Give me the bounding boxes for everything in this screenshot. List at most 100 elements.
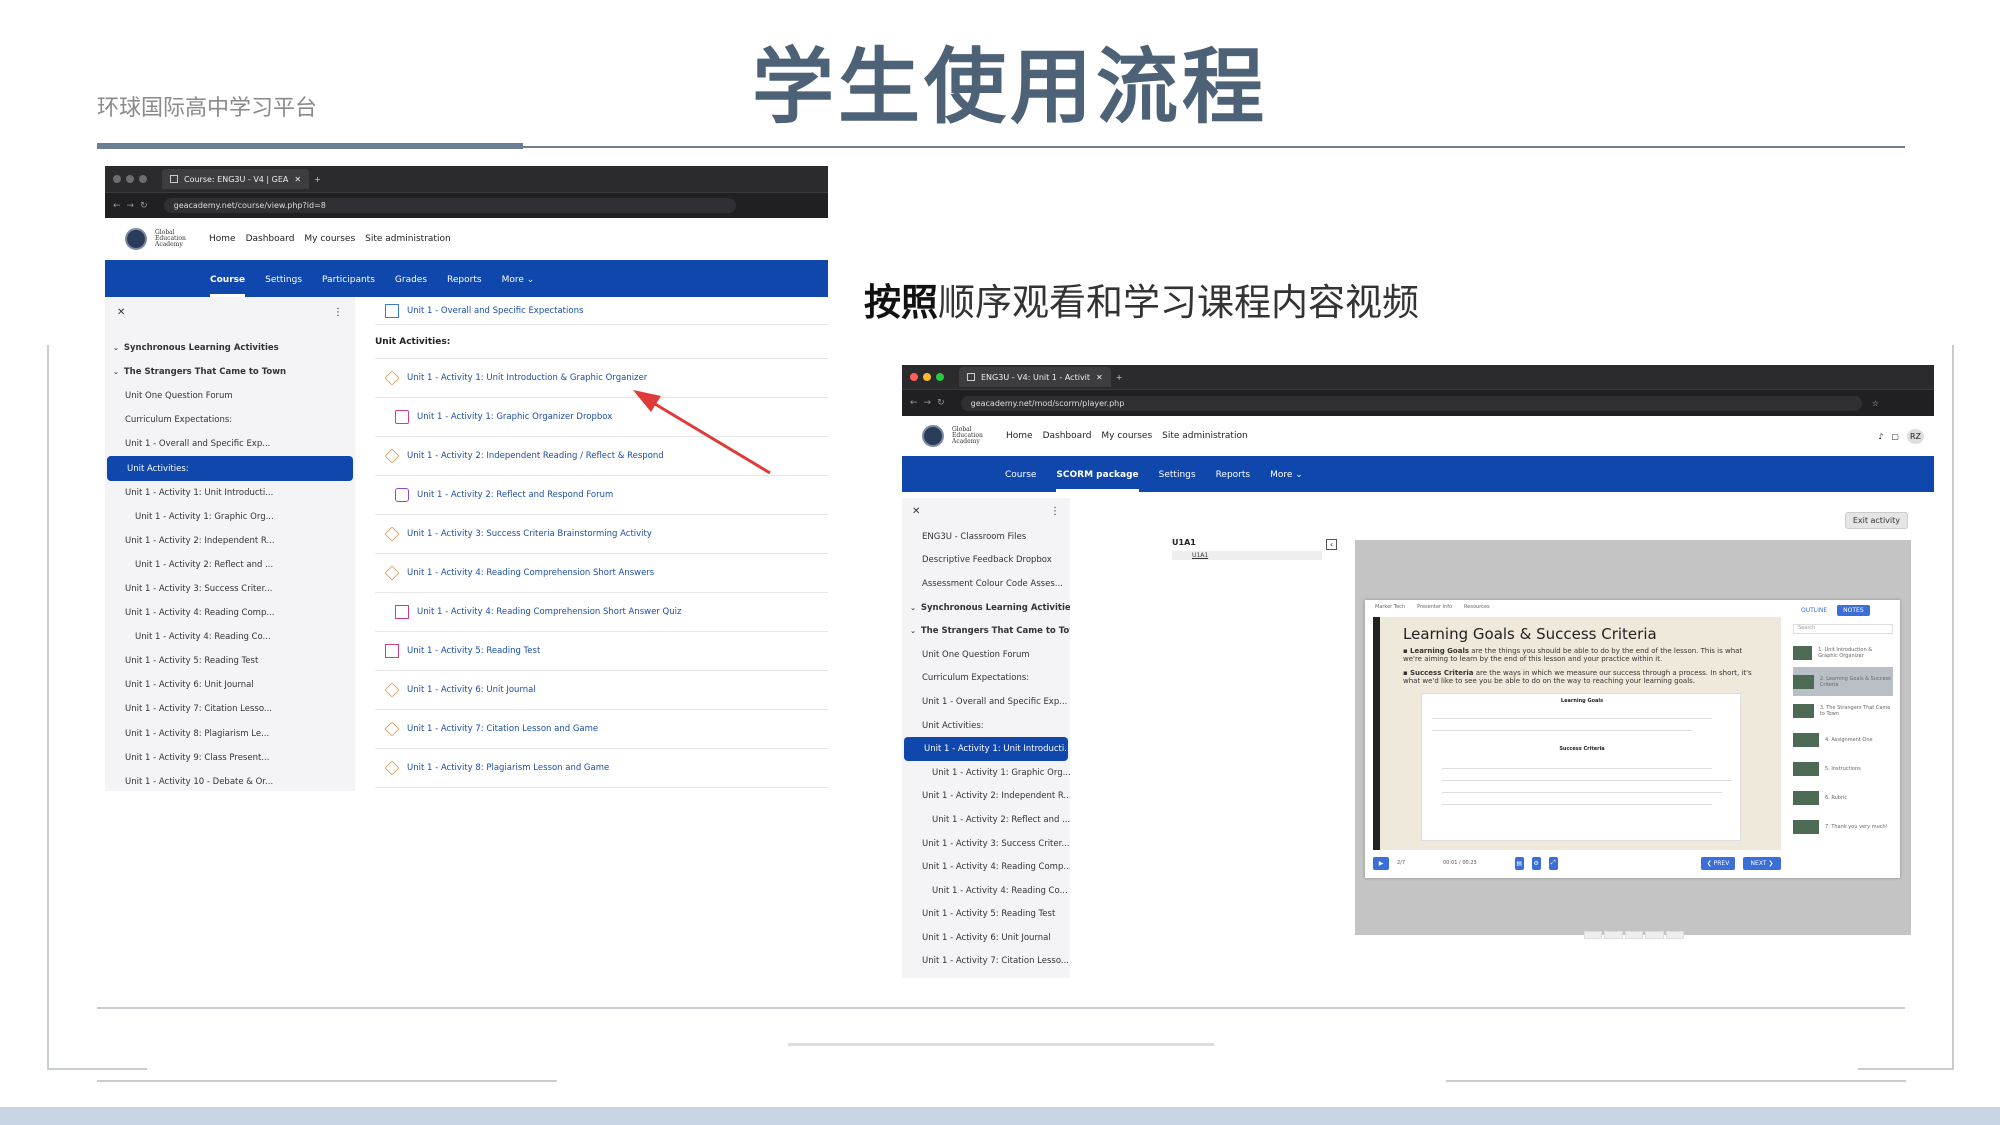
academy-logo-icon[interactable] — [922, 425, 944, 447]
slide-canvas: Learning Goals & Success Criteria ▪ Lear… — [1373, 617, 1781, 850]
course-tab[interactable]: SCORM package — [1056, 470, 1139, 492]
chevron-down-icon[interactable]: ⌄ — [910, 627, 916, 635]
last-icon[interactable] — [1665, 931, 1685, 939]
course-tab[interactable]: Settings — [1159, 470, 1196, 492]
up-icon[interactable] — [1624, 931, 1644, 939]
sidebar-item[interactable]: Unit 1 - Activity 4: Reading Co... — [902, 879, 1070, 903]
fullscreen-icon[interactable]: ⤢ — [1548, 856, 1558, 870]
captions-icon[interactable]: ▤ — [1514, 856, 1524, 870]
browser-tab[interactable]: ENG3U - V4: Unit 1 - Activit ✕ — [959, 367, 1111, 387]
outline-tab[interactable]: OUTLINE — [1795, 605, 1834, 616]
close-icon[interactable]: ✕ — [912, 506, 920, 517]
next-button[interactable]: NEXT ❯ — [1743, 856, 1781, 870]
notes-tab[interactable]: NOTES — [1837, 605, 1870, 616]
platform-subtitle: 环球国际高中学习平台 — [97, 96, 318, 121]
bell-icon[interactable]: ♪ — [1878, 432, 1883, 441]
player-tab[interactable]: Marker Tech — [1375, 604, 1405, 610]
sidebar-item[interactable]: Curriculum Expectations: — [902, 667, 1070, 691]
bookmark-star-icon[interactable]: ☆ — [1872, 399, 1879, 408]
slide-thumbnail — [1793, 645, 1813, 660]
sidebar-item[interactable]: Unit 1 - Activity 1: Unit Introducti... — [904, 737, 1068, 761]
first-icon[interactable] — [1584, 931, 1603, 939]
top-nav-link[interactable]: Site administration — [1162, 431, 1248, 441]
sidebar-item[interactable]: Unit 1 - Activity 3: Success Criter... — [902, 832, 1070, 856]
browser-chrome: ENG3U - V4: Unit 1 - Activit ✕ + ←→↻ geac… — [902, 365, 1934, 416]
outline-search-input[interactable]: Search — [1793, 624, 1893, 634]
slide-thumbnail — [1793, 674, 1814, 689]
slide-thumbnail — [1793, 819, 1819, 834]
sidebar-item[interactable]: Unit 1 - Activity 6: Unit Journal — [902, 926, 1070, 950]
scorm-toc: U1A1 U1A1 — [1172, 538, 1322, 560]
play-icon[interactable]: ▶ — [1373, 856, 1389, 870]
close-icon[interactable]: ✕ — [1096, 373, 1103, 382]
player-tab[interactable]: Resources — [1464, 604, 1490, 610]
chat-icon[interactable]: ▢ — [1891, 432, 1899, 441]
player-tab[interactable]: Presenter Info — [1417, 604, 1452, 610]
url-bar[interactable]: geacademy.net/mod/scorm/player.php — [960, 395, 1862, 411]
top-nav-link[interactable]: Home — [1006, 431, 1033, 441]
sidebar-item[interactable]: Unit 1 - Activity 7: Citation Lesso... — [902, 950, 1070, 974]
course-tab[interactable]: Reports — [1216, 470, 1251, 492]
sidebar-item-label: Unit 1 - Activity 2: Reflect and ... — [932, 814, 1070, 825]
sidebar-item[interactable]: Unit 1 - Activity 2: Reflect and ... — [902, 808, 1070, 832]
outline-item-label: 7. Thank you very much! — [1825, 823, 1888, 830]
divider-bottom-left — [97, 1080, 557, 1082]
outline-item[interactable]: 4. Assignment One — [1793, 725, 1893, 754]
prev-icon[interactable] — [1604, 931, 1623, 939]
sidebar-item[interactable]: ENG3U - Classroom Files — [902, 525, 1070, 549]
kebab-menu-icon[interactable]: ⋮ — [1050, 506, 1060, 517]
exit-activity-button[interactable]: Exit activity — [1844, 512, 1908, 529]
new-tab-icon[interactable]: + — [1116, 373, 1123, 382]
sidebar-item-label: Unit 1 - Activity 1: Graphic Org... — [932, 767, 1070, 778]
slide-thumbnail — [1793, 703, 1814, 718]
slide-title: Learning Goals & Success Criteria — [1403, 625, 1657, 643]
sidebar-item-label: Synchronous Learning Activities — [920, 602, 1070, 613]
prev-button[interactable]: ❮ PREV — [1701, 856, 1735, 870]
course-tab[interactable]: Course — [1005, 470, 1036, 492]
outline-item-label: 5. Instructions — [1825, 765, 1861, 772]
slide-bullet-1: ▪ Learning Goals are the things you shou… — [1403, 647, 1743, 663]
sidebar-item[interactable]: Unit 1 - Overall and Specific Exp... — [902, 690, 1070, 714]
sidebar-item[interactable]: Unit 1 - Activity 1: Graphic Org... — [902, 761, 1070, 785]
sidebar-item[interactable]: Descriptive Feedback Dropbox — [902, 549, 1070, 573]
sidebar-item[interactable]: Unit 1 - Activity 2: Independent R... — [902, 785, 1070, 809]
course-tabs: Course SCORM package Settings Reports More ⌄ — [902, 456, 1934, 492]
outline-item[interactable]: 7. Thank you very much! — [1793, 812, 1893, 841]
sidebar-item-label: Unit 1 - Activity 6: Unit Journal — [922, 932, 1051, 943]
outline-item-label: 4. Assignment One — [1825, 736, 1873, 743]
logo-text: Global Education Academy — [952, 426, 983, 445]
divider-bottom-center — [788, 1043, 1214, 1046]
sidebar-item[interactable]: ⌄ The Strangers That Came to Town — [902, 619, 1070, 643]
outline-item[interactable]: 1. Unit Introduction & Graphic Organizer — [1793, 638, 1893, 667]
top-nav-link[interactable]: Dashboard — [1043, 431, 1092, 441]
next-icon[interactable] — [1645, 931, 1664, 939]
bottom-band — [0, 1107, 2000, 1125]
settings-icon[interactable]: ⚙ — [1531, 856, 1541, 870]
sidebar-item[interactable]: Assessment Colour Code Asses... — [902, 572, 1070, 596]
course-index-sidebar: ✕ ⋮ ENG3U - Classroom Files Descriptive Fe… — [902, 498, 1070, 978]
sidebar-item[interactable]: Unit Activities: — [902, 714, 1070, 738]
player-tabs: Marker Tech Presenter Info Resources — [1375, 604, 1490, 610]
sidebar-item[interactable]: Unit 1 - Activity 4: Reading Comp... — [902, 855, 1070, 879]
outline-item[interactable]: 2. Learning Goals & Success Criteria — [1793, 667, 1893, 696]
avatar[interactable]: RZ — [1906, 428, 1924, 444]
collapse-toc-icon[interactable]: ‹ — [1326, 539, 1337, 550]
storyline-player: Marker Tech Presenter Info Resources OUTLI… — [1365, 600, 1900, 878]
nav-arrows-icon[interactable]: ←→↻ — [910, 398, 951, 408]
outline-item[interactable]: 6. Rubric — [1793, 783, 1893, 812]
divider-bottom-right — [1446, 1080, 1906, 1082]
sidebar-item[interactable]: Unit One Question Forum — [902, 643, 1070, 667]
outline-item[interactable]: 5. Instructions — [1793, 754, 1893, 783]
toc-item[interactable]: U1A1 — [1172, 551, 1322, 560]
site-header: Global Education Academy Home Dashboard My… — [902, 416, 1934, 456]
sidebar-item[interactable]: Unit 1 - Activity 5: Reading Test — [902, 903, 1070, 927]
outline-item[interactable]: 3. The Strangers That Came to Town — [1793, 696, 1893, 725]
course-tab[interactable]: More ⌄ — [1270, 470, 1303, 492]
sidebar-item[interactable]: ⌄ Synchronous Learning Activities — [902, 596, 1070, 620]
sidebar-item-label: Unit 1 - Activity 1: Unit Introducti... — [924, 744, 1068, 755]
sidebar-item-label: Unit One Question Forum — [922, 649, 1030, 660]
outline-item-label: 1. Unit Introduction & Graphic Organizer — [1818, 646, 1873, 659]
chevron-down-icon[interactable]: ⌄ — [910, 604, 916, 612]
top-nav-link[interactable]: My courses — [1101, 431, 1152, 441]
frame-bottom-left-tick — [47, 1068, 147, 1070]
